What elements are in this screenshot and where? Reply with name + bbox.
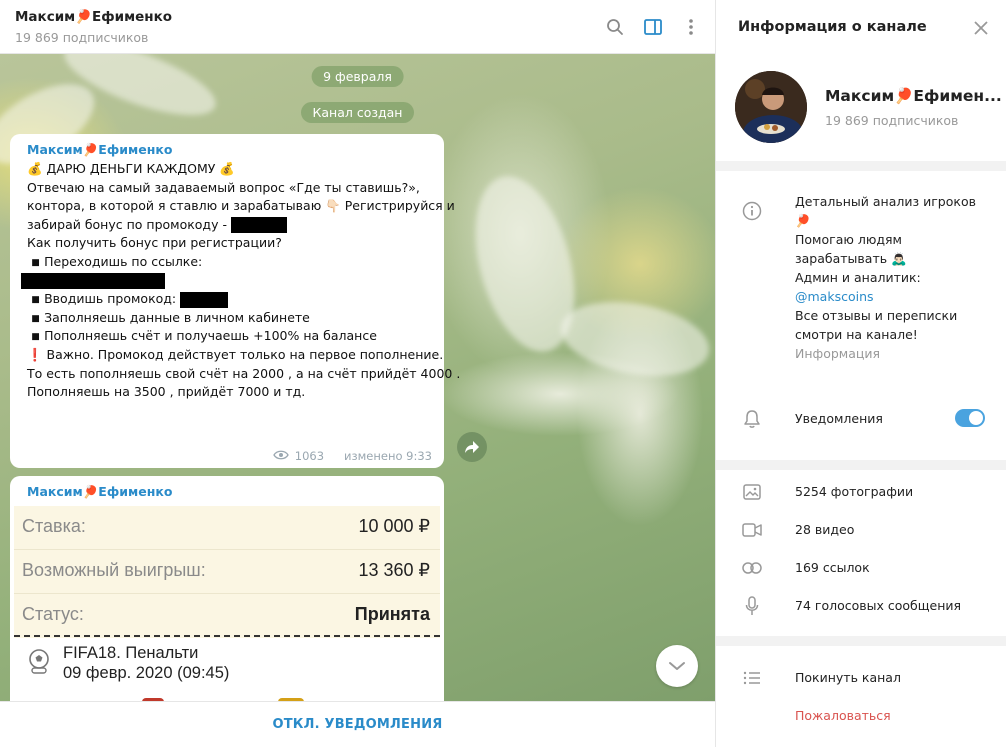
chat-title[interactable]: Максим🏓Ефименко bbox=[15, 9, 172, 25]
photo-icon bbox=[742, 482, 762, 502]
description-caption: Информация bbox=[795, 346, 881, 361]
description-line: смотри на канале! bbox=[795, 327, 918, 342]
bet-slip: Ставка: 10 000 ₽ Возможный выигрыш: 13 3… bbox=[14, 506, 440, 638]
message-line: Отвечаю на самый задаваемый вопрос «Где … bbox=[27, 179, 420, 195]
chat-subscribers: 19 869 подписчиков bbox=[15, 30, 149, 45]
panel-title: Информация о канале bbox=[738, 19, 927, 35]
section-divider bbox=[716, 636, 1006, 646]
message-line bbox=[21, 272, 460, 291]
scroll-down-button[interactable] bbox=[656, 645, 698, 687]
ticket-divider bbox=[14, 635, 440, 637]
event-date: 09 февр. 2020 (09:45) bbox=[63, 664, 230, 682]
media-row-voice[interactable]: 74 голосовых сообщения bbox=[716, 587, 1006, 625]
media-row-photos[interactable]: 5254 фотографии bbox=[716, 473, 1006, 511]
redacted-promo-code bbox=[230, 217, 287, 234]
message-bubble[interactable]: Максим🏓Ефименко Ставка: 10 000 ₽ Возможн… bbox=[10, 476, 444, 701]
redacted-promo-code bbox=[180, 291, 229, 308]
message-author[interactable]: Максим🏓Ефименко bbox=[27, 484, 172, 500]
message-bubble[interactable]: Максим🏓Ефименко 💰 ДАРЮ ДЕНЬГИ КАЖДОМУ 💰 … bbox=[10, 134, 460, 468]
chat-background: 9 февраля Канал создан Максим🏓Ефименко 💰… bbox=[0, 54, 715, 701]
message-meta: 1063 изменено 9:33 bbox=[272, 449, 432, 463]
media-label: 169 ссылок bbox=[795, 560, 870, 575]
channel-info-panel: Информация о канале Максим🏓Ефимен... 19 … bbox=[715, 0, 1006, 747]
bet-label: Возможный выигрыш: bbox=[22, 560, 206, 580]
message-line: ◾ Переходишь по ссылке: bbox=[27, 253, 203, 269]
description-line: зарабатывать 🙇🏻‍♂️ bbox=[795, 251, 907, 266]
media-label: 74 голосовых сообщения bbox=[795, 598, 962, 613]
mute-notifications-button[interactable]: ОТКЛ. УВЕДОМЛЕНИЯ bbox=[272, 717, 442, 732]
bottom-bar: ОТКЛ. УВЕДОМЛЕНИЯ bbox=[0, 701, 715, 747]
edited-time: изменено 9:33 bbox=[344, 449, 432, 463]
service-message: Канал создан bbox=[300, 102, 415, 123]
bet-value: Принята bbox=[354, 604, 430, 624]
link-icon bbox=[742, 558, 762, 578]
notifications-toggle[interactable] bbox=[955, 409, 985, 427]
section-divider bbox=[716, 161, 1006, 171]
bell-icon bbox=[742, 409, 762, 429]
soccer-ball-icon bbox=[26, 648, 52, 674]
media-row-videos[interactable]: 28 видео bbox=[716, 511, 1006, 549]
message-line-text: ◾ Вводишь промокод: bbox=[27, 291, 177, 307]
leave-channel-button[interactable]: Покинуть канал bbox=[716, 659, 1006, 697]
media-label: 5254 фотографии bbox=[795, 484, 914, 499]
video-icon bbox=[742, 520, 762, 540]
forward-button[interactable] bbox=[457, 432, 487, 462]
section-divider bbox=[716, 460, 1006, 470]
search-icon[interactable] bbox=[603, 15, 627, 39]
avatar[interactable] bbox=[735, 71, 807, 143]
sidebar-toggle-icon[interactable] bbox=[641, 15, 665, 39]
message-line: забирай бонус по промокоду - bbox=[27, 216, 460, 235]
bet-row-stake: Ставка: 10 000 ₽ bbox=[14, 506, 440, 550]
more-options-icon[interactable] bbox=[679, 15, 703, 39]
message-line: ❗ Важно. Промокод действует только на пе… bbox=[27, 346, 444, 362]
microphone-icon bbox=[742, 596, 762, 616]
background-petal bbox=[555, 291, 715, 387]
channel-description: Детальный анализ игроков 🏓 Помогаю людям… bbox=[795, 192, 976, 363]
message-line: контора, в которой я ставлю и зарабатыва… bbox=[27, 198, 455, 214]
message-line-text: забирай бонус по промокоду - bbox=[27, 216, 227, 232]
list-icon bbox=[742, 668, 762, 688]
media-label: 28 видео bbox=[795, 522, 855, 537]
views-icon bbox=[272, 449, 289, 463]
description-line: Админ и аналитик: bbox=[795, 270, 921, 285]
report-label: Пожаловаться bbox=[795, 708, 891, 723]
bet-row-winnings: Возможный выигрыш: 13 360 ₽ bbox=[14, 550, 440, 594]
bet-value: 10 000 ₽ bbox=[358, 516, 430, 536]
chat-header: Максим🏓Ефименко 19 869 подписчиков bbox=[0, 0, 715, 54]
media-row-links[interactable]: 169 ссылок bbox=[716, 549, 1006, 587]
message-line: ◾ Пополняешь счёт и получаешь +100% на б… bbox=[27, 328, 377, 344]
description-line: Все отзывы и переписки bbox=[795, 308, 958, 323]
chat-area: Максим🏓Ефименко 19 869 подписчиков 9 фев… bbox=[0, 0, 715, 747]
description-line: Детальный анализ игроков bbox=[795, 194, 976, 209]
message-line: 💰 ДАРЮ ДЕНЬГИ КАЖДОМУ 💰 bbox=[27, 161, 235, 176]
notifications-label: Уведомления bbox=[795, 411, 883, 426]
event-title: FIFA18. Пенальти bbox=[63, 644, 199, 662]
leave-channel-label: Покинуть канал bbox=[795, 670, 901, 685]
channel-name: Максим🏓Ефимен... bbox=[825, 87, 1002, 105]
redacted-link bbox=[21, 273, 165, 290]
message-text: 💰 ДАРЮ ДЕНЬГИ КАЖДОМУ 💰 Отвечаю на самый… bbox=[21, 160, 461, 402]
description-line: Помогаю людям bbox=[795, 232, 902, 247]
bet-label: Статус: bbox=[22, 604, 84, 624]
message-line: ◾ Заполняешь данные в личном кабинете bbox=[27, 309, 310, 325]
bet-label: Ставка: bbox=[22, 516, 86, 536]
message-line: То есть пополняешь свой счёт на 2000 , а… bbox=[27, 365, 461, 381]
bet-row-status: Статус: Принята bbox=[14, 594, 440, 638]
username-link[interactable]: @makscoins bbox=[795, 287, 976, 306]
message-line: Пополняешь на 3500 , прийдёт 7000 и тд. bbox=[27, 384, 306, 400]
info-icon bbox=[742, 201, 762, 221]
channel-subscribers: 19 869 подписчиков bbox=[825, 113, 959, 128]
report-button[interactable]: Пожаловаться bbox=[716, 697, 1006, 735]
message-line: ◾ Вводишь промокод: bbox=[27, 290, 460, 309]
message-line: Как получить бонус при регистрации? bbox=[27, 235, 282, 251]
bet-value: 13 360 ₽ bbox=[358, 560, 430, 580]
close-icon[interactable] bbox=[970, 17, 992, 39]
toggle-knob bbox=[969, 411, 983, 425]
date-pill: 9 февраля bbox=[311, 66, 404, 87]
views-count: 1063 bbox=[294, 449, 325, 463]
description-line: 🏓 bbox=[795, 213, 811, 228]
message-author[interactable]: Максим🏓Ефименко bbox=[27, 142, 172, 158]
